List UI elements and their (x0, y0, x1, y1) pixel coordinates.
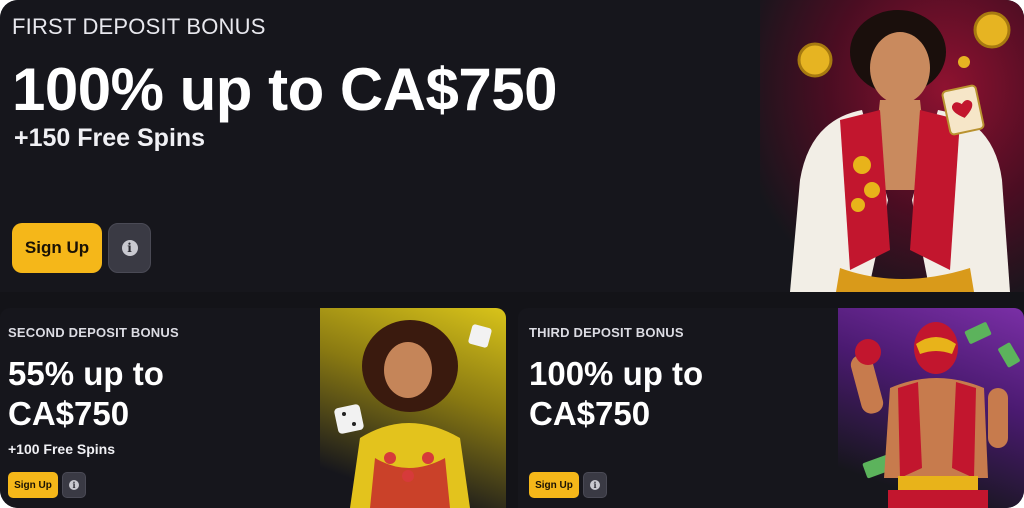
info-icon: i (590, 480, 600, 490)
free-spins-text: +100 Free Spins (8, 441, 116, 457)
sign-up-button[interactable]: Sign Up (12, 223, 102, 273)
headline-line-1: 55% up to (8, 355, 164, 392)
promo-banner-grid: FIRST DEPOSIT BONUS 100% up to CA$750 +1… (0, 0, 1024, 508)
character-illustration (790, 10, 1011, 292)
sign-up-button[interactable]: Sign Up (8, 472, 58, 498)
info-button[interactable]: i (108, 223, 151, 273)
character-illustration (850, 322, 1020, 508)
gold-coin-icon (973, 11, 1011, 49)
info-icon: i (69, 480, 79, 490)
bonus-headline: 100% up to CA$750 (529, 354, 703, 435)
cash-bill-icon (964, 322, 992, 344)
character-illustration (334, 320, 492, 508)
sign-up-button[interactable]: Sign Up (529, 472, 579, 498)
info-button[interactable]: i (583, 472, 607, 498)
first-deposit-bonus-card: FIRST DEPOSIT BONUS 100% up to CA$750 +1… (0, 0, 1024, 292)
second-deposit-bonus-card: SECOND DEPOSIT BONUS 55% up to CA$750 +1… (0, 308, 506, 508)
gold-coin-icon (958, 56, 970, 68)
bonus-eyebrow: SECOND DEPOSIT BONUS (8, 325, 179, 340)
bonus-headline: 100% up to CA$750 (12, 56, 558, 123)
dice-icon (468, 324, 492, 348)
gold-coin-icon (797, 42, 833, 78)
cash-bill-icon (998, 342, 1020, 368)
bonus-eyebrow: FIRST DEPOSIT BONUS (12, 14, 266, 39)
bonus-headline: 55% up to CA$750 (8, 354, 164, 435)
info-icon: i (121, 240, 138, 256)
third-deposit-bonus-card: THIRD DEPOSIT BONUS 100% up to CA$750 Si… (518, 308, 1024, 508)
free-spins-text: +150 Free Spins (14, 124, 206, 152)
bonus-eyebrow: THIRD DEPOSIT BONUS (529, 325, 684, 340)
headline-line-2: CA$750 (529, 395, 651, 433)
headline-line-2: CA$750 (8, 395, 130, 433)
headline-line-1: 100% up to (529, 355, 704, 392)
dice-icon (334, 404, 364, 434)
info-button[interactable]: i (62, 472, 86, 498)
